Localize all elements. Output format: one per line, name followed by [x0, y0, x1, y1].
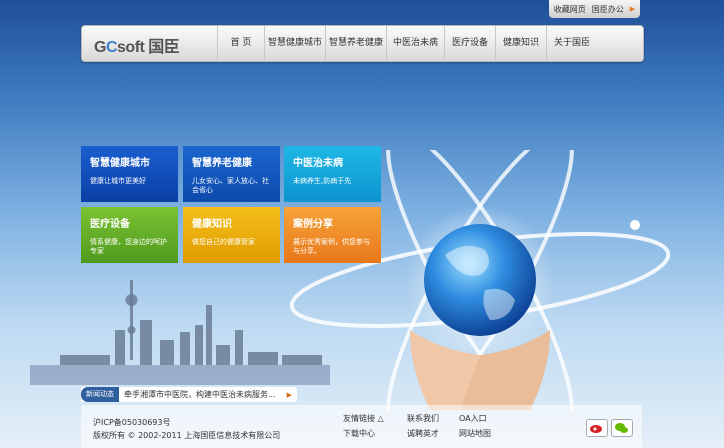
tile-desc: 未病养生,防病于先: [293, 177, 352, 185]
wechat-icon[interactable]: [611, 419, 633, 437]
bookmark-link[interactable]: 收藏网页: [554, 4, 586, 15]
main-nav: GCsoft 国臣 首 页 智慧健康城市 智慧养老健康 中医治未病 医疗设备 健…: [81, 25, 644, 62]
tile-case-sharing[interactable]: 案例分享 展示优秀案例，供您参与与分享。: [284, 207, 381, 263]
tile-tcm-prevention[interactable]: 中医治未病 未病养生,防病于先: [284, 146, 381, 202]
news-headline[interactable]: 牵手湘潭市中医院，构建中医治未病服务...: [119, 389, 282, 400]
tile-desc: 儿女安心、家人放心、社会省心: [192, 177, 269, 194]
utility-links: 收藏网页 国臣办公 ▶: [549, 0, 640, 18]
download-link[interactable]: 下载中心: [343, 428, 375, 439]
contact-link[interactable]: 联系我们: [407, 413, 439, 424]
nav-home[interactable]: 首 页: [217, 26, 264, 61]
tile-title: 案例分享: [293, 219, 333, 230]
weibo-icon[interactable]: [586, 419, 608, 437]
footer-copyright: 沪ICP备05030693号 版权所有 © 2002-2011 上海国臣信息技术…: [93, 416, 280, 442]
sitemap-link[interactable]: 网站地图: [459, 428, 491, 439]
news-label: 新闻动态: [81, 387, 119, 402]
play-arrow-icon[interactable]: ▶: [282, 391, 297, 399]
tile-title: 中医治未病: [293, 158, 343, 169]
oa-link[interactable]: OA入口: [459, 413, 487, 424]
tile-desc: 做您自己的健康管家: [192, 238, 255, 246]
nav-smart-health-city[interactable]: 智慧健康城市: [264, 26, 325, 61]
nav-smart-elderly-care[interactable]: 智慧养老健康: [325, 26, 386, 61]
nav-about[interactable]: 关于国臣: [546, 26, 597, 61]
tile-desc: 展示优秀案例，供您参与与分享。: [293, 238, 370, 255]
nav-medical-equipment[interactable]: 医疗设备: [444, 26, 495, 61]
friend-links[interactable]: 友情链接 △: [343, 413, 384, 424]
tile-desc: 健康让城市更美好: [90, 177, 146, 185]
nav-health-knowledge[interactable]: 健康知识: [495, 26, 546, 61]
city-skyline-image: [30, 280, 330, 385]
tile-smart-health-city[interactable]: 智慧健康城市 健康让城市更美好: [81, 146, 178, 202]
office-link[interactable]: 国臣办公: [592, 4, 624, 15]
footer: 沪ICP备05030693号 版权所有 © 2002-2011 上海国臣信息技术…: [81, 405, 642, 448]
tile-title: 智慧养老健康: [192, 158, 252, 169]
tile-medical-equipment[interactable]: 医疗设备 情系健康，您身边的呵护专家: [81, 207, 178, 263]
nav-tcm-prevention[interactable]: 中医治未病: [386, 26, 444, 61]
tile-desc: 情系健康，您身边的呵护专家: [90, 238, 167, 255]
tile-title: 医疗设备: [90, 219, 130, 230]
tile-health-knowledge[interactable]: 健康知识 做您自己的健康管家: [183, 207, 280, 263]
careers-link[interactable]: 诚聘英才: [407, 428, 439, 439]
news-ticker[interactable]: 新闻动态 牵手湘潭市中医院，构建中医治未病服务... ▶: [81, 387, 297, 402]
icp-number: 沪ICP备05030693号: [93, 418, 171, 427]
copyright-text: 版权所有 © 2002-2011 上海国臣信息技术有限公司: [93, 431, 281, 440]
tile-smart-elderly-care[interactable]: 智慧养老健康 儿女安心、家人放心、社会省心: [183, 146, 280, 202]
gcsoft-logo[interactable]: GCsoft 国臣: [94, 33, 180, 57]
tile-title: 智慧健康城市: [90, 158, 150, 169]
play-arrow-icon: ▶: [629, 5, 636, 13]
tile-title: 健康知识: [192, 219, 232, 230]
